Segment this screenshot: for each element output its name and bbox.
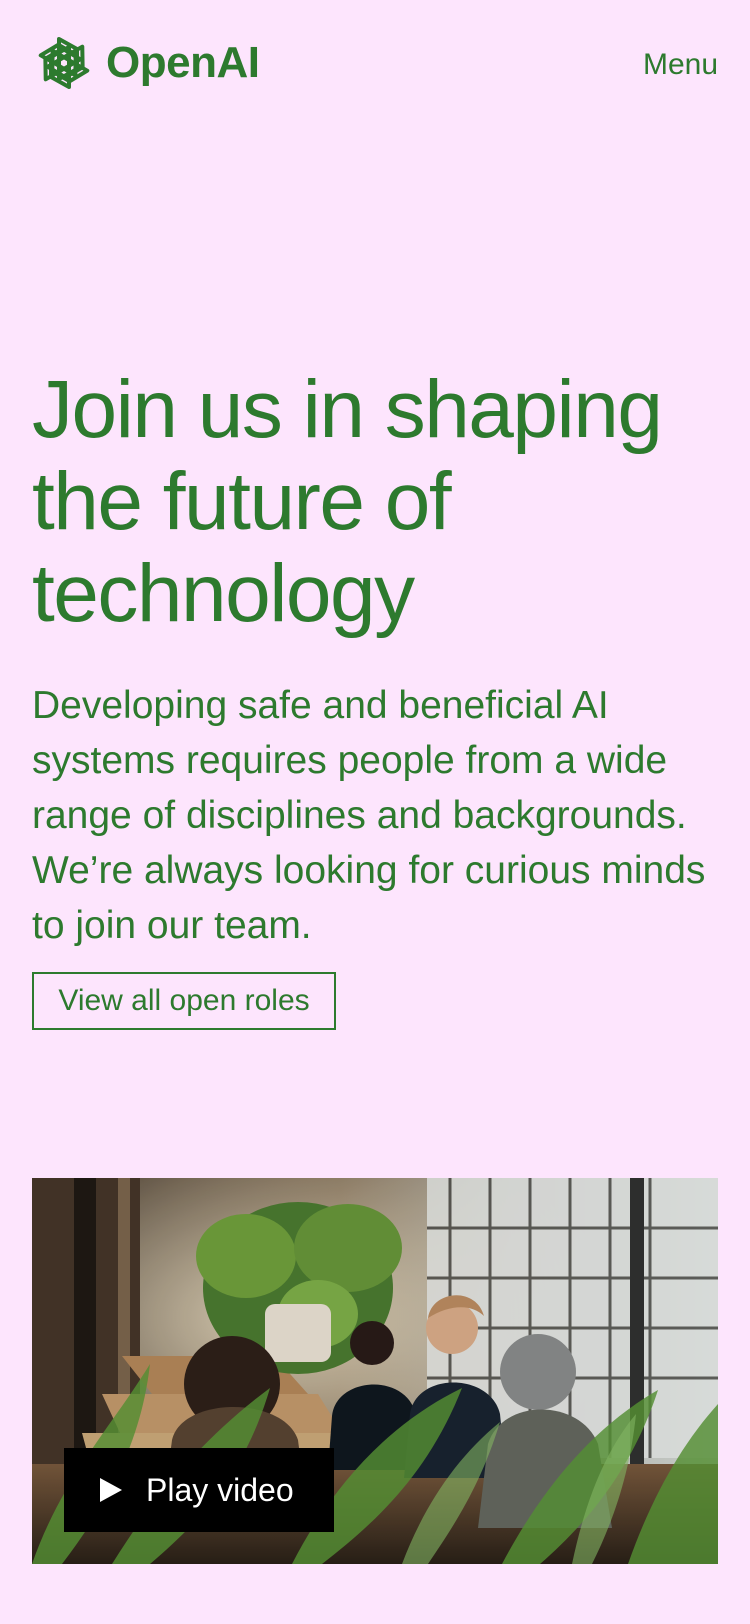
play-icon [100,1478,122,1502]
view-all-roles-button[interactable]: View all open roles [32,972,336,1030]
openai-logo-icon [38,37,90,89]
video-card[interactable]: Play video [32,1178,718,1564]
hero-description: Developing safe and beneficial AI system… [32,684,706,947]
brand-name: OpenAI [106,38,260,87]
site-header: OpenAI Menu [32,30,718,96]
play-video-button[interactable]: Play video [64,1448,334,1532]
brand-link[interactable]: OpenAI [32,31,260,95]
page-title: Join us in shaping the future of technol… [32,364,663,639]
menu-button[interactable]: Menu [643,50,718,80]
play-video-label: Play video [146,1472,294,1508]
hero-section: Join us in shaping the future of technol… [32,364,722,953]
